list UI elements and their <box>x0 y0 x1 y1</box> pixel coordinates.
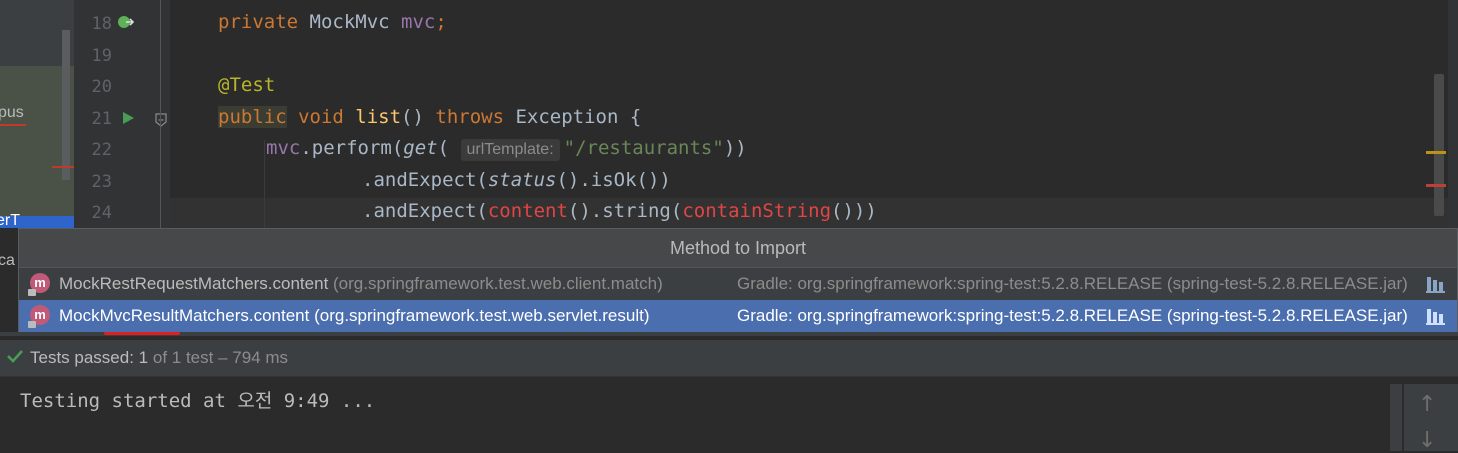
editor-scrollbar[interactable] <box>1434 74 1444 216</box>
run-toolbar <box>0 332 1458 336</box>
line-number: 19 <box>91 46 112 66</box>
code-line-18: private MockMvc mvc; <box>218 11 447 33</box>
import-option-library: Gradle: org.springframework:spring-test:… <box>737 274 1408 293</box>
code-line-20: @Test <box>218 74 276 96</box>
line-number: 21 <box>91 109 112 129</box>
code-editor[interactable]: private MockMvc mvc; @Test public void l… <box>170 0 1458 228</box>
import-option-label: MockMvcResultMatchers.content (org.sprin… <box>59 306 650 325</box>
code-line-24: .andExpect(content().string(containStrin… <box>362 200 877 222</box>
side-panel-text-1: pus <box>0 104 26 126</box>
line-number: 20 <box>91 77 112 97</box>
library-icon <box>1426 309 1445 325</box>
side-panel-scrollbar[interactable] <box>62 30 70 180</box>
lock-icon <box>28 289 36 296</box>
side-panel-selected-row[interactable]: erT <box>0 212 74 228</box>
test-status-text: Tests passed: 1 of 1 test – 794 ms <box>30 348 288 367</box>
library-icon <box>1426 277 1445 293</box>
check-icon <box>7 350 23 363</box>
popup-title: Method to Import <box>19 229 1457 268</box>
import-option[interactable]: m MockRestRequestMatchers.content (org.s… <box>19 268 1457 300</box>
method-import-popup[interactable]: Method to Import m MockRestRequestMatche… <box>18 228 1458 332</box>
indent-guide <box>264 140 265 228</box>
scroll-down-icon[interactable]: ↓ <box>1418 428 1436 453</box>
method-icon: m <box>28 305 50 328</box>
spring-bean-icon[interactable] <box>116 12 136 32</box>
side-panel-text-3: ca <box>0 252 15 269</box>
editor-gutter: 18 19 20 21 22 23 24 <box>74 0 170 228</box>
fold-method-icon[interactable] <box>154 112 168 128</box>
parameter-hint: urlTemplate: <box>460 139 560 161</box>
side-panel-error-mark <box>52 166 74 168</box>
error-stripe <box>1448 0 1458 228</box>
side-panel: pus erT <box>0 0 74 228</box>
code-line-21: public void list() throws Exception { <box>218 106 642 128</box>
error-marker[interactable] <box>1426 184 1446 187</box>
line-number: 22 <box>91 140 112 160</box>
import-option-label: MockRestRequestMatchers.content (org.spr… <box>59 274 663 293</box>
test-status-bar: Tests passed: 1 of 1 test – 794 ms <box>0 340 1458 377</box>
line-number: 18 <box>91 14 112 34</box>
line-number: 23 <box>91 172 112 192</box>
console-side-toolbar: ↑ ↓ <box>1404 384 1458 453</box>
console-output[interactable]: Testing started at 오전 9:49 ... <box>20 386 375 413</box>
code-line-22: mvc.perform(get( urlTemplate: "/restauran… <box>266 137 747 161</box>
side-panel-text-2: erT <box>0 212 20 228</box>
scroll-up-icon[interactable]: ↑ <box>1418 392 1436 417</box>
method-icon: m <box>28 273 50 296</box>
lock-icon <box>28 321 36 328</box>
console-scrollbar[interactable] <box>1390 384 1402 451</box>
import-option-library: Gradle: org.springframework:spring-test:… <box>737 306 1408 325</box>
run-tool-window: Tests passed: 1 of 1 test – 794 ms Testi… <box>0 332 1458 453</box>
warning-marker[interactable] <box>1426 151 1446 154</box>
code-line-23: .andExpect(status().isOk()) <box>362 169 671 191</box>
red-underline-annotation <box>104 332 180 335</box>
run-test-icon[interactable] <box>120 110 136 126</box>
gutter-separator <box>160 0 161 228</box>
line-number: 24 <box>91 203 112 223</box>
spelling-squiggle <box>0 124 26 126</box>
import-option-selected[interactable]: m MockMvcResultMatchers.content (org.spr… <box>19 300 1457 332</box>
